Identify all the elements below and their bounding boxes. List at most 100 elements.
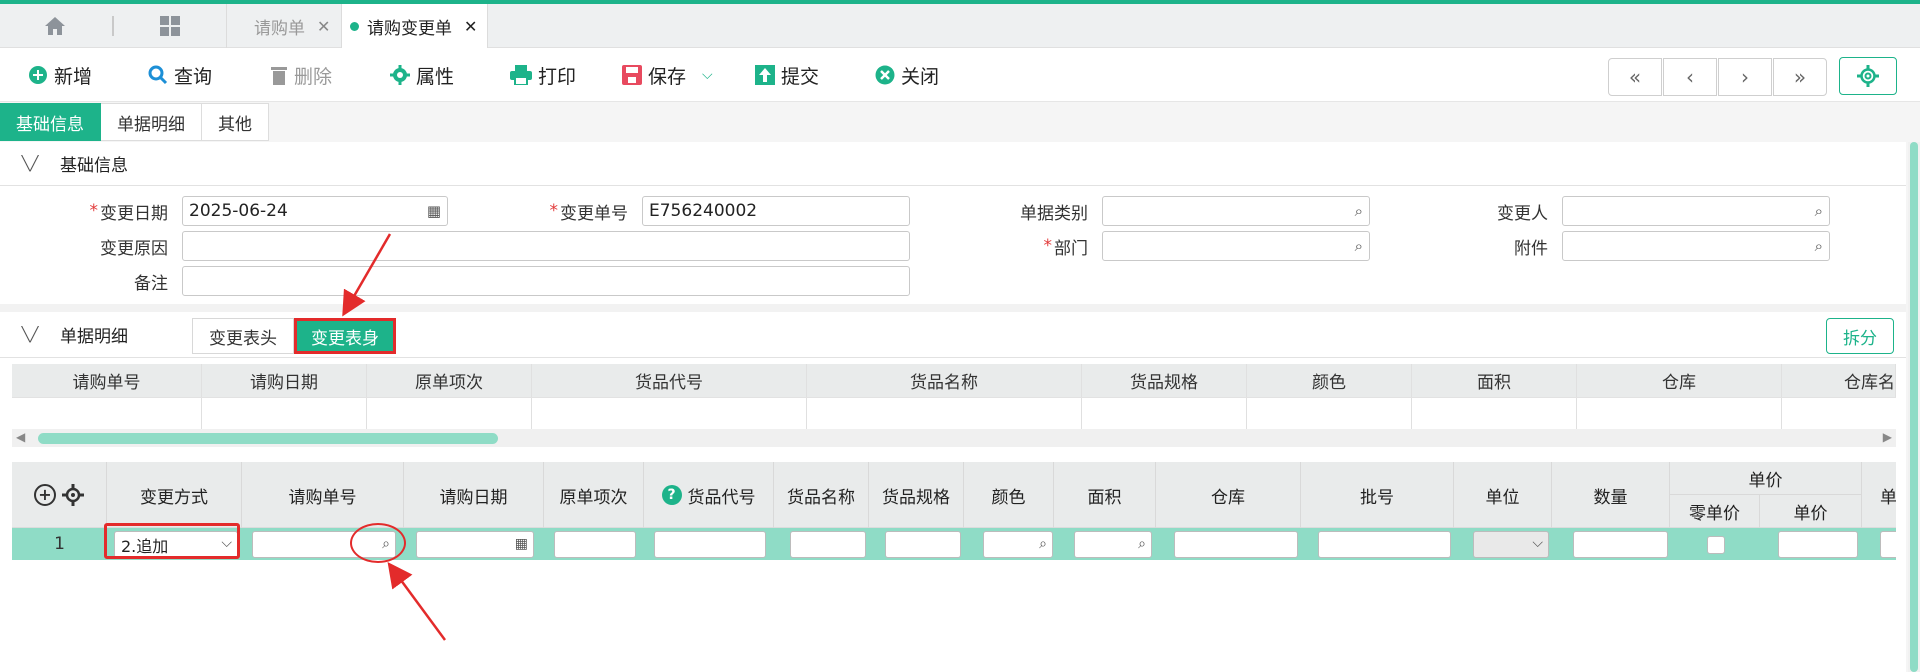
table-row[interactable]: 1 2.追加 ⌵ ⌕ ▦ ⌕ ⌕ ⌵ [12,528,1896,560]
tab-other[interactable]: 其他 [202,103,269,141]
column-header[interactable]: 货品代号 [532,364,807,397]
save-button[interactable]: 保存 ⌵ [622,48,713,102]
print-button[interactable]: 打印 [510,48,576,102]
area-input[interactable]: ⌕ [1074,531,1152,558]
previous-record-icon[interactable]: ‹ [1663,58,1717,96]
batch-input[interactable] [1318,531,1451,558]
scroll-thumb[interactable] [38,433,498,444]
scroll-right-icon[interactable]: ▶ [1883,430,1892,444]
color-input[interactable]: ⌕ [983,531,1053,558]
change-date-field[interactable]: 2025-06-24 ▦ [182,196,448,226]
calendar-icon[interactable]: ▦ [515,536,528,552]
changer-field[interactable]: ⌕ [1562,196,1830,226]
remark-field[interactable] [182,266,910,296]
column-header[interactable]: 仓库名 [1782,364,1896,397]
search-icon[interactable]: ⌕ [382,536,390,552]
column-header[interactable]: 面积 [1054,462,1156,528]
orig-item-input[interactable] [554,531,636,558]
split-button[interactable]: 拆分 [1826,318,1894,354]
last-record-icon[interactable]: » [1773,58,1827,96]
column-header[interactable]: 颜色 [1247,364,1412,397]
tab-purchase-request[interactable]: 请购单 ✕ [226,4,342,48]
next-cell-input[interactable] [1880,531,1896,558]
query-button[interactable]: 查询 [148,48,212,102]
column-header[interactable]: 原单项次 [544,462,644,528]
tab-document-detail[interactable]: 单据明细 [101,103,202,141]
change-mode-select[interactable]: 2.追加 ⌵ [114,531,238,558]
column-header[interactable]: 货品名称 [807,364,1082,397]
first-record-icon[interactable]: « [1608,58,1662,96]
vertical-scrollbar[interactable] [1908,142,1920,672]
subtab-change-body[interactable]: 变更表身 [294,318,396,354]
column-group-header[interactable]: 单价 [1670,462,1862,495]
settings-gear-button[interactable] [1839,57,1897,95]
column-header[interactable]: 请购单号 [12,364,202,397]
column-header-item-code[interactable]: ? 货品代号 [644,462,774,528]
search-icon[interactable]: ⌕ [1815,237,1823,255]
search-icon[interactable]: ⌕ [1815,202,1823,220]
delete-button[interactable]: 删除 [270,48,332,102]
search-icon[interactable]: ⌕ [1355,202,1363,220]
scroll-left-icon[interactable]: ◀ [16,430,25,444]
column-header[interactable]: 单价 [1760,495,1862,528]
attachment-label: 附件 [1514,238,1548,259]
properties-button[interactable]: 属性 [390,48,454,102]
subtab-change-header[interactable]: 变更表头 [192,318,294,354]
search-icon[interactable]: ⌕ [1355,237,1363,255]
column-header[interactable]: 单 [1862,462,1896,528]
change-no-field[interactable]: E756240002 [642,196,910,226]
request-date-input[interactable]: ▦ [416,531,534,558]
close-button[interactable]: 关闭 [875,48,939,102]
warehouse-input[interactable] [1174,531,1298,558]
item-code-input[interactable] [654,531,766,558]
next-record-icon[interactable]: › [1718,58,1772,96]
basic-info-header[interactable]: ╲╱ 基础信息 [0,142,1906,186]
column-header[interactable]: 零单价 [1670,495,1760,528]
chevron-down-icon[interactable]: ⌵ [702,67,713,83]
quantity-input[interactable] [1573,531,1668,558]
column-header[interactable]: 原单项次 [367,364,532,397]
column-header[interactable]: 货品规格 [869,462,964,528]
dept-field[interactable]: ⌕ [1102,231,1370,261]
column-header[interactable]: 面积 [1412,364,1577,397]
request-no-input[interactable]: ⌕ [252,531,396,558]
item-name-input[interactable] [790,531,866,558]
column-header[interactable]: 仓库 [1577,364,1782,397]
attachment-field[interactable]: ⌕ [1562,231,1830,261]
search-icon[interactable]: ⌕ [1039,536,1047,552]
reason-field[interactable] [182,231,910,261]
column-header[interactable]: 货品规格 [1082,364,1247,397]
add-button[interactable]: 新增 [28,48,92,102]
column-header[interactable]: 单位 [1454,462,1552,528]
column-header[interactable]: 请购日期 [202,364,367,397]
chevron-down-icon[interactable]: ╲╱ [0,156,60,172]
column-header[interactable]: 数量 [1552,462,1670,528]
add-row-icon[interactable]: + [34,484,56,506]
item-spec-input[interactable] [885,531,961,558]
column-header[interactable]: 颜色 [964,462,1054,528]
tab-basic-info[interactable]: 基础信息 [0,103,101,141]
doc-type-field[interactable]: ⌕ [1102,196,1370,226]
zero-price-checkbox[interactable] [1707,536,1725,554]
calendar-icon[interactable]: ▦ [427,202,441,220]
close-icon[interactable]: ✕ [464,17,477,36]
tab-purchase-change[interactable]: 请购变更单 ✕ [342,4,488,48]
horizontal-scrollbar[interactable]: ◀ ▶ [12,429,1896,447]
table-row[interactable] [12,398,1896,430]
chevron-down-icon[interactable]: ╲╱ [0,327,60,343]
home-icon[interactable] [0,4,110,48]
column-header[interactable]: 请购日期 [404,462,544,528]
submit-button[interactable]: 提交 [755,48,819,102]
column-header[interactable]: 批号 [1301,462,1454,528]
column-header[interactable]: 变更方式 [107,462,242,528]
price-input[interactable] [1778,531,1858,558]
scroll-thumb[interactable] [1910,142,1918,672]
apps-grid-icon[interactable] [115,4,225,48]
unit-select[interactable]: ⌵ [1473,531,1549,558]
column-header[interactable]: 请购单号 [242,462,404,528]
column-header[interactable]: 货品名称 [774,462,869,528]
help-icon[interactable]: ? [661,485,682,505]
close-icon[interactable]: ✕ [317,17,330,36]
column-header[interactable]: 仓库 [1156,462,1301,528]
search-icon[interactable]: ⌕ [1138,536,1146,552]
